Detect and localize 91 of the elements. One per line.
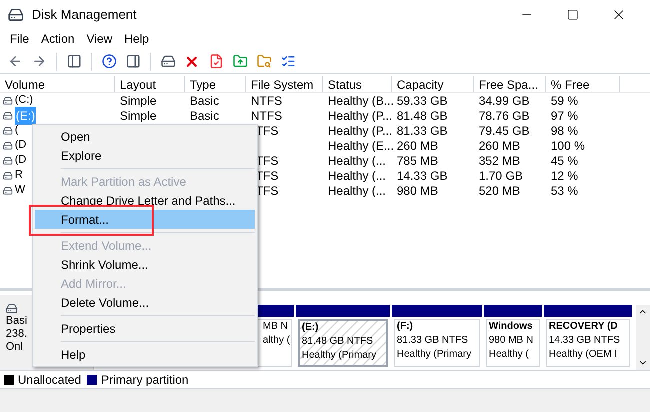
table-cell-text: Simple [120,108,157,124]
table-cell-text: 45 % [551,152,578,170]
column-header[interactable]: Layout [115,76,185,92]
drive-icon [3,156,13,166]
table-cell[interactable]: (D [15,137,27,154]
table-cell-text: 14.33 GB [397,168,448,184]
table-cell-text: 59.33 GB [397,92,448,110]
table-cell-text: 1.70 GB [479,168,524,184]
table-cell-text: 100 % [551,138,586,154]
table-cell-text: 34.99 GB [479,92,530,110]
menu-item[interactable]: Action [35,30,81,48]
column-header[interactable]: % Free [546,76,620,92]
table-cell-text: Healthy (E... [328,138,394,154]
partition-text: Healthy ( [489,348,530,362]
table-cell-text: TFS [256,122,279,140]
table-cell-text: Healthy (... [328,168,386,184]
table-cell-text: 81.33 GB [397,122,448,140]
partition-text: Healthy (OEM I [549,348,618,362]
table-cell-text: 520 MB [479,182,520,200]
table-cell-text: 53 % [551,182,578,200]
column-header[interactable]: Type [185,76,246,92]
drive-icon [3,110,13,120]
column-header[interactable]: Volume [0,76,115,92]
table-cell-text: 79.45 GB [479,122,530,140]
column-header[interactable]: Free Spa... [474,76,546,92]
table-cell-text: 260 MB [479,138,520,154]
table-cell-text: Healthy (B... [328,92,394,110]
partition-text: Healthy (Primary [397,348,472,362]
table-cell-text: Healthy (... [328,182,386,200]
table-cell-text: TFS [256,168,279,184]
partition-text: 14.33 GB NTFS [549,334,620,348]
menu-item[interactable]: Explore [35,146,255,165]
column-header[interactable]: Capacity [392,76,474,92]
drive-icon [3,140,13,150]
table-cell-text: 98 % [551,122,578,140]
partition-text: Healthy (Primary [302,349,376,363]
table-cell-text: TFS [256,152,279,170]
partition-text: Windows [489,320,533,334]
drive-icon [3,96,13,106]
menu-item[interactable]: File [4,30,36,48]
table-cell[interactable]: (C:) [15,92,34,109]
menu-item[interactable]: Change Drive Letter and Paths... [35,191,255,210]
legend-label: Primary partition [101,372,189,388]
drive-icon [3,170,13,180]
table-cell-text: Basic [190,92,220,110]
disk-info-text: Basi [6,315,28,328]
partition-text: RECOVERY (D [549,320,618,334]
table-cell[interactable]: W [15,182,26,199]
partition-text: (E:) [302,321,319,335]
table-cell-text: 81.48 GB [397,108,448,124]
partition-text: (F:) [397,320,414,334]
table-cell-text: 785 MB [397,152,438,170]
table-cell-text: NTFS [251,92,282,110]
table-cell-text: 980 MB [397,182,438,200]
partition-text: althy ( [263,334,290,348]
table-cell[interactable]: R [15,167,23,184]
legend-label: Unallocated [18,372,82,388]
table-cell-text: 12 % [551,168,578,184]
table-cell-text: Simple [120,92,157,110]
table-cell-text: TFS [256,182,279,200]
disk-info-text: 238. [6,328,28,341]
table-cell-text: 260 MB [397,138,438,154]
menu-item[interactable]: Open [35,127,255,146]
partition-text: 980 MB N [489,334,534,348]
column-header[interactable]: Status [323,76,392,92]
table-cell[interactable]: (D [15,152,27,169]
menu-item[interactable]: Format... [35,210,255,229]
window-title: Disk Management [32,6,137,24]
table-cell-text: Healthy (P... [328,122,392,140]
disk-app-icon [8,7,24,23]
drive-icon [3,126,13,136]
table-cell[interactable]: ( [15,122,19,139]
menu-item[interactable]: Shrink Volume... [35,255,255,274]
table-cell-text: Basic [190,108,220,124]
table-cell-text: 97 % [551,108,578,124]
partition-text: 81.33 GB NTFS [397,334,468,348]
column-header[interactable]: File System [246,76,323,92]
table-cell-text: Healthy (... [328,152,386,170]
menu-item[interactable]: View [80,30,118,48]
scrollbar[interactable] [636,305,650,370]
menu-item[interactable]: Help [118,30,156,48]
table-cell-text: 59 % [551,92,578,110]
table-cell-text: NTFS [251,108,282,124]
table-cell-text: 352 MB [479,152,520,170]
partition-text: MB N [263,320,288,334]
drive-icon [3,186,13,196]
table-cell-text: 78.76 GB [479,108,530,124]
maximize-icon[interactable] [567,9,579,21]
table-cell-text: Healthy (P... [328,108,392,124]
partition-text: 81.48 GB NTFS [302,335,374,349]
disk-info-text: Onl [6,341,24,354]
